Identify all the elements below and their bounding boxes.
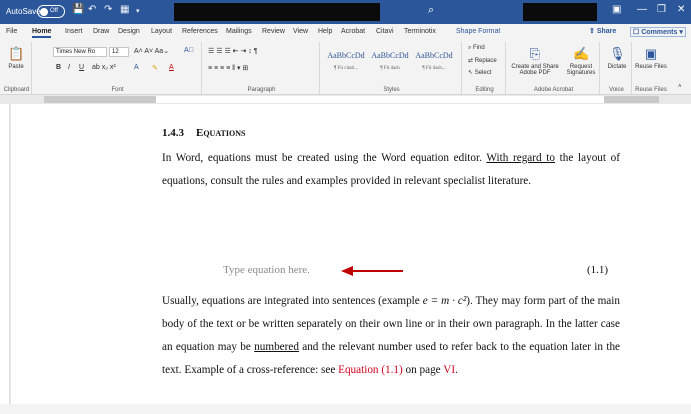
- adobe-acrobat-group: ⎘ Create and Share Adobe PDF ✍ Request Sig…: [508, 42, 600, 94]
- align-icon[interactable]: ≡ ≡ ≡ ≡ ‖ ▾ ⊞: [208, 64, 248, 72]
- clipboard-group: 📋 Paste Clipboard: [2, 42, 32, 94]
- voice-group: 🎙 Dictate Voice: [602, 42, 632, 94]
- font-size-box[interactable]: 12: [109, 47, 129, 57]
- vertical-ruler[interactable]: [0, 104, 10, 404]
- paragraph-usage[interactable]: Usually, equations are integrated into s…: [162, 290, 620, 382]
- close-icon[interactable]: ✕: [677, 4, 685, 15]
- cross-reference-page[interactable]: VI: [443, 364, 455, 376]
- tab-shape-format[interactable]: Shape Format: [456, 28, 500, 35]
- section-heading: 1.4.3 Equations: [162, 127, 245, 139]
- undo-icon[interactable]: ↶: [88, 4, 96, 15]
- request-signatures-button[interactable]: ✍ Request Signatures: [564, 46, 598, 76]
- equation-placeholder[interactable]: Type equation here.: [223, 264, 310, 276]
- clear-format-icon[interactable]: A⃠: [184, 47, 194, 54]
- tab-view[interactable]: View: [293, 28, 308, 35]
- document-page[interactable]: 1.4.3 Equations In Word, equations must b…: [11, 104, 691, 404]
- autosave-label: AutoSave: [6, 7, 41, 16]
- underlined-numbered: numbered: [254, 341, 299, 353]
- style-fit-dash-2[interactable]: AaBbCcDd ¶ Fit dash...: [414, 46, 454, 78]
- tab-citavi[interactable]: Citavi: [376, 28, 394, 35]
- tab-draw[interactable]: Draw: [93, 28, 109, 35]
- ribbon-home: 📋 Paste Clipboard Times New Ro 12 A˄ A˅ A…: [0, 40, 691, 95]
- replace-button[interactable]: ⇄ Replace: [468, 57, 497, 64]
- microphone-icon: 🎙: [609, 46, 626, 61]
- font-grow-icon[interactable]: A˄ A˅ Aa⌄: [134, 47, 169, 55]
- pdf-icon: ⎘: [529, 46, 541, 61]
- heading-number: 1.4.3: [162, 127, 184, 139]
- save-icon[interactable]: 💾: [72, 4, 84, 15]
- equation-number: (1.1): [587, 264, 609, 276]
- customize-qat-icon[interactable]: ▾: [136, 7, 140, 15]
- create-share-pdf-button[interactable]: ⎘ Create and Share Adobe PDF: [510, 46, 560, 76]
- tab-help[interactable]: Help: [318, 28, 332, 35]
- tab-terminotix[interactable]: Terminotix: [404, 28, 436, 35]
- style-fit-citation[interactable]: AaBbCcDd ¶ Fit citati...: [326, 46, 366, 78]
- tab-design[interactable]: Design: [118, 28, 140, 35]
- reuse-files-group: ▣ Reuse Files Reuse Files: [635, 46, 667, 93]
- bold-button[interactable]: B: [56, 64, 61, 71]
- bullets-icon[interactable]: ☰ ☰ ☰ ⇤ ⇥ ↕ ¶: [208, 47, 258, 55]
- red-arrow-icon: [341, 266, 403, 276]
- status-bar: [0, 404, 691, 414]
- tab-acrobat[interactable]: Acrobat: [341, 28, 365, 35]
- editing-group: ⌕ Find ⇄ Replace ↖ Select Editing: [464, 42, 506, 94]
- style-fit-dash[interactable]: AaBbCcDd ¶ Fit dash: [370, 46, 410, 78]
- share-button[interactable]: ⇪ Share: [589, 27, 616, 35]
- search-icon[interactable]: ⌕: [428, 4, 434, 17]
- signature-icon: ✍: [573, 46, 590, 61]
- document-title-redacted: [174, 3, 380, 21]
- paragraph-group: ☰ ☰ ☰ ⇤ ⇥ ↕ ¶ ≡ ≡ ≡ ≡ ‖ ▾ ⊞ Paragraph: [204, 42, 320, 94]
- tab-insert[interactable]: Insert: [65, 28, 83, 35]
- tab-review[interactable]: Review: [262, 28, 285, 35]
- tab-mailings[interactable]: Mailings: [226, 28, 252, 35]
- quick-access-icon[interactable]: ▦: [120, 4, 129, 15]
- redo-icon[interactable]: ↷: [104, 4, 112, 15]
- word-window: AutoSave Off 💾 ↶ ↷ ▦ ▾ ⌕ ▣ — ❐ ✕ File Ho…: [0, 0, 691, 414]
- autosave-toggle[interactable]: Off: [37, 5, 65, 18]
- account-redacted[interactable]: [523, 3, 597, 21]
- ribbon-display-icon[interactable]: ▣: [612, 4, 621, 15]
- text-effects-icon[interactable]: A: [134, 64, 139, 71]
- font-name-box[interactable]: Times New Ro: [53, 47, 107, 57]
- reuse-files-button[interactable]: ▣ Reuse Files: [635, 46, 667, 70]
- paste-button[interactable]: 📋 Paste: [3, 46, 29, 70]
- strikethrough-button[interactable]: ab x₂ x²: [92, 64, 116, 71]
- styles-group: AaBbCcDd ¶ Fit citati... AaBbCcDd ¶ Fit da…: [322, 42, 462, 94]
- select-button[interactable]: ↖ Select: [468, 69, 491, 76]
- font-color-icon[interactable]: A: [169, 64, 174, 71]
- tab-layout[interactable]: Layout: [151, 28, 172, 35]
- tab-file[interactable]: File: [6, 28, 17, 35]
- paste-icon: 📋: [8, 46, 25, 61]
- ribbon-tabs: File Home Insert Draw Design Layout Refe…: [0, 24, 691, 40]
- highlight-icon[interactable]: ✎: [152, 64, 158, 72]
- title-bar: AutoSave Off 💾 ↶ ↷ ▦ ▾ ⌕ ▣ — ❐ ✕: [0, 0, 691, 24]
- underlined-phrase: With regard to: [486, 152, 555, 164]
- italic-button[interactable]: I: [68, 64, 70, 71]
- heading-title: Equations: [196, 127, 246, 139]
- dictate-button[interactable]: 🎙 Dictate: [603, 46, 631, 70]
- inline-equation: e = m · c²: [422, 295, 467, 307]
- minimize-icon[interactable]: —: [637, 4, 647, 15]
- paragraph-intro[interactable]: In Word, equations must be created using…: [162, 147, 620, 193]
- comments-button[interactable]: ☐ Comments ▾: [630, 27, 686, 37]
- tab-references[interactable]: References: [182, 28, 218, 35]
- cross-reference-equation[interactable]: Equation (1.1): [338, 364, 403, 376]
- tab-home[interactable]: Home: [32, 28, 52, 38]
- font-group: Times New Ro 12 A˄ A˅ Aa⌄ A⃠ B I U ab x₂…: [34, 42, 202, 94]
- reuse-files-icon: ▣: [644, 46, 658, 61]
- collapse-ribbon-icon[interactable]: ˄: [678, 84, 682, 90]
- find-button[interactable]: ⌕ Find: [468, 45, 485, 52]
- horizontal-ruler[interactable]: [0, 95, 691, 104]
- maximize-icon[interactable]: ❐: [657, 4, 666, 15]
- underline-button[interactable]: U: [79, 64, 84, 71]
